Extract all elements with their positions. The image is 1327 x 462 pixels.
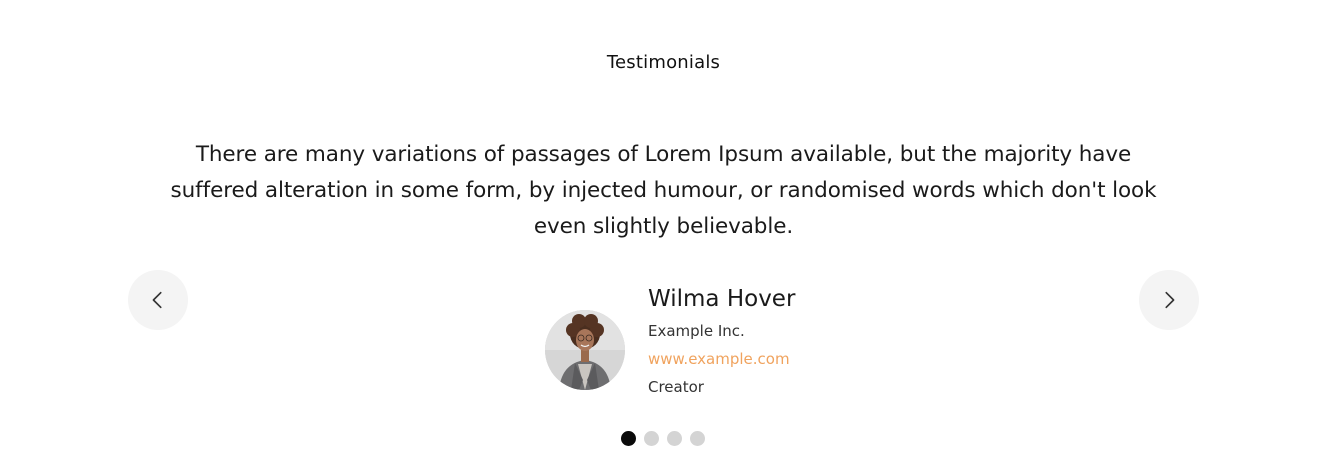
chevron-right-icon — [1165, 291, 1175, 309]
testimonial-quote: There are many variations of passages of… — [170, 142, 1157, 239]
chevron-left-icon — [152, 291, 162, 309]
pagination-dot-2[interactable] — [644, 431, 659, 446]
pagination-dot-3[interactable] — [667, 431, 682, 446]
author-company: Example Inc. — [648, 322, 745, 340]
author-avatar — [545, 310, 625, 390]
pagination-dot-1[interactable] — [621, 431, 636, 446]
testimonials-section: Testimonials There are many variations o… — [0, 0, 1327, 462]
next-slide-button[interactable] — [1139, 270, 1199, 330]
author-photo — [545, 310, 625, 390]
section-title: Testimonials — [606, 52, 721, 73]
author-role: Creator — [648, 378, 704, 396]
slider-pagination — [621, 431, 705, 446]
pagination-dot-4[interactable] — [690, 431, 705, 446]
author-website-link[interactable]: www.example.com — [648, 350, 790, 368]
author-name: Wilma Hover — [648, 286, 796, 312]
previous-slide-button[interactable] — [128, 270, 188, 330]
